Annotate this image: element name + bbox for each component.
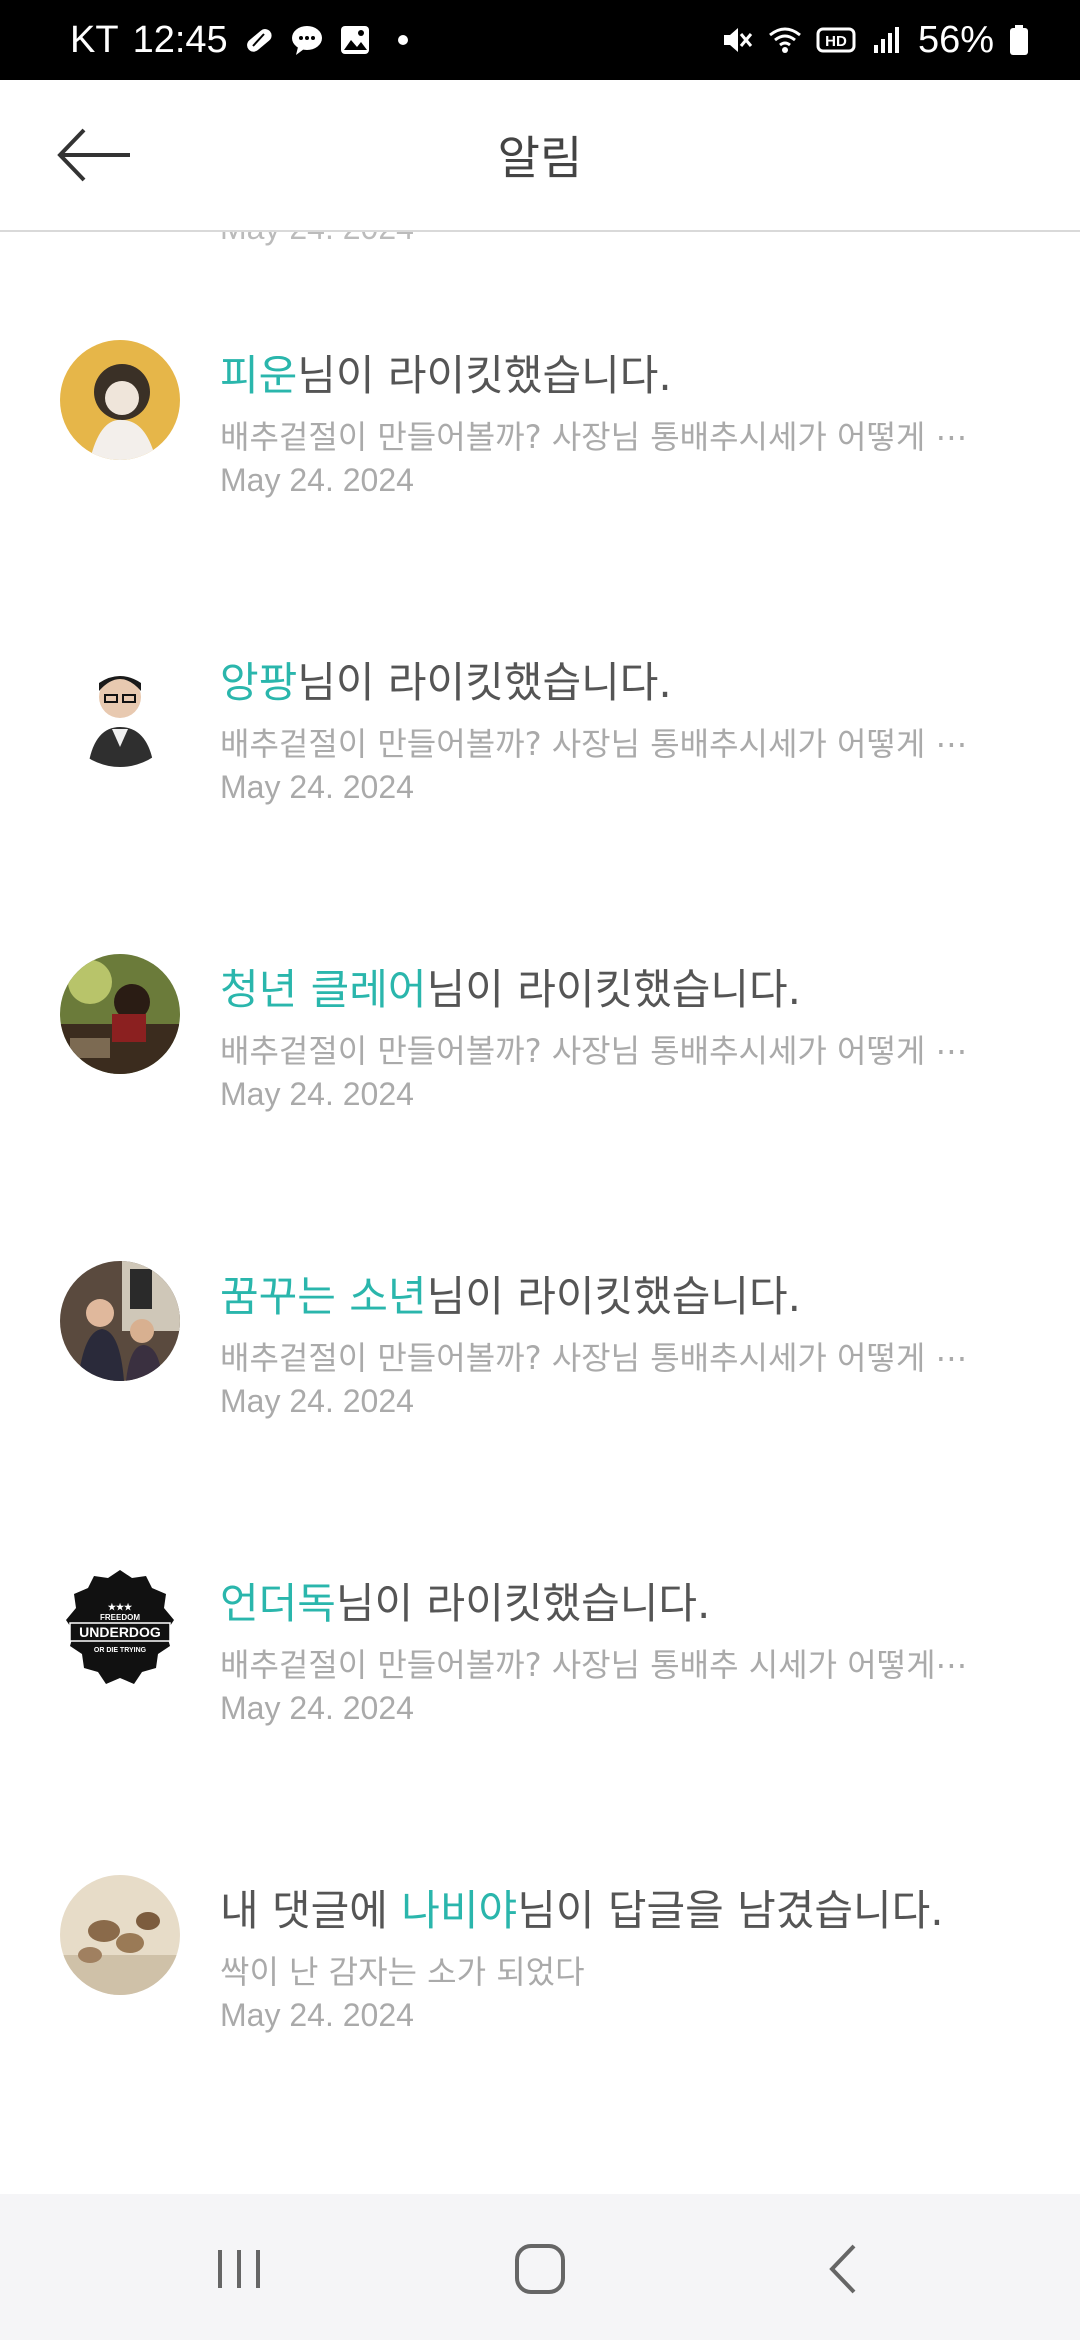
nickname-link[interactable]: 청년 클레어 [220, 965, 427, 1014]
nickname-link[interactable]: 나비야 [401, 1886, 517, 1935]
man-glasses-avatar[interactable] [60, 647, 180, 767]
recent-apps-icon[interactable] [204, 2234, 274, 2304]
carrier-label: KT [70, 18, 119, 61]
notification-action: 님이 라이킷했습니다. [426, 1272, 802, 1321]
cut-off-date: May 24. 2024 [220, 232, 414, 247]
logo-text-bottom: OR DIE TRYING [94, 1647, 147, 1654]
logo-text-main: UNDERDOG [79, 1624, 161, 1640]
notification-date: May 24. 2024 [220, 1076, 414, 1112]
logo-text-top: FREEDOM [100, 1613, 140, 1622]
notification-date: May 24. 2024 [220, 1690, 414, 1726]
app-header: 알림 [0, 80, 1080, 232]
notification-action: 님이 라이킷했습니다. [426, 965, 802, 1014]
comment-preview: 싹이 난 감자는 소가 되었다 [220, 1953, 585, 1991]
notification-date: May 24. 2024 [220, 462, 414, 498]
battery-percent: 56% [917, 18, 994, 61]
notification-prefix: 내 댓글에 [220, 1886, 402, 1935]
portrait-yellow-avatar[interactable] [60, 340, 180, 460]
notification-item[interactable]: 내 댓글에 나비야님이 답글을 남겼습니다. 싹이 난 감자는 소가 되었다 M… [0, 1875, 1080, 2175]
post-preview: 배추겉절이 만들어볼까? 사장님 통배추시세가 어떻게 ⋯ [220, 418, 968, 456]
notification-item[interactable]: 꿈꾸는 소년님이 라이킷했습니다. 배추겉절이 만들어볼까? 사장님 통배추시세… [0, 1261, 1080, 1561]
notification-title: 언더독님이 라이킷했습니다. [220, 1570, 710, 1631]
dot-icon [397, 35, 408, 45]
notification-title: 앙팡님이 라이킷했습니다. [220, 649, 672, 710]
notification-title: 청년 클레어님이 라이킷했습니다. [220, 956, 801, 1017]
notification-date: May 24. 2024 [220, 1383, 414, 1419]
notification-item[interactable]: 청년 클레어님이 라이킷했습니다. 배추겉절이 만들어볼까? 사장님 통배추시세… [0, 954, 1080, 1254]
home-icon[interactable] [505, 2234, 575, 2304]
notification-title: 꿈꾸는 소년님이 라이킷했습니다. [220, 1263, 801, 1324]
nickname-link[interactable]: 피운 [220, 351, 297, 400]
notification-item[interactable]: ★★★ FREEDOM UNDERDOG OR DIE TRYING 언더독님이… [0, 1568, 1080, 1868]
notification-action: 님이 답글을 남겼습니다. [517, 1886, 944, 1935]
notification-title: 내 댓글에 나비야님이 답글을 남겼습니다. [220, 1877, 944, 1938]
nickname-link[interactable]: 앙팡 [220, 658, 297, 707]
notification-action: 님이 라이킷했습니다. [335, 1579, 711, 1628]
wifi-icon [769, 27, 801, 53]
nickname-link[interactable]: 언더독 [220, 1579, 336, 1628]
notification-date: May 24. 2024 [220, 769, 414, 805]
couple-photo-avatar[interactable] [60, 1261, 180, 1381]
notification-date: May 24. 2024 [220, 1997, 414, 2033]
system-nav-bar [0, 2194, 1080, 2340]
chat-bubble-icon [291, 26, 322, 55]
post-preview: 배추겉절이 만들어볼까? 사장님 통배추시세가 어떻게 ⋯ [220, 725, 968, 763]
reading-woman-avatar[interactable] [60, 954, 180, 1074]
image-icon [340, 26, 369, 54]
hd-icon: HD [816, 27, 856, 53]
svg-text:HD: HD [825, 33, 847, 50]
notification-list[interactable]: May 24. 2024 피운님이 라이킷했습니다. 배추겉절이 만들어볼까? … [0, 232, 1080, 2192]
pill-icon [246, 29, 272, 52]
svg-text:★★★: ★★★ [108, 1602, 133, 1612]
potatoes-avatar[interactable] [60, 1875, 180, 1995]
notification-action: 님이 라이킷했습니다. [297, 351, 672, 400]
page-title: 알림 [497, 131, 583, 185]
signal-icon [873, 27, 899, 53]
battery-icon [1010, 25, 1028, 55]
mute-icon [723, 28, 753, 52]
underdog-logo-avatar[interactable]: ★★★ FREEDOM UNDERDOG OR DIE TRYING [60, 1568, 180, 1688]
notification-item[interactable]: 앙팡님이 라이킷했습니다. 배추겉절이 만들어볼까? 사장님 통배추시세가 어떻… [0, 647, 1080, 947]
back-icon[interactable] [808, 2234, 878, 2304]
notification-item[interactable]: 피운님이 라이킷했습니다. 배추겉절이 만들어볼까? 사장님 통배추시세가 어떻… [0, 340, 1080, 640]
post-preview: 배추겉절이 만들어볼까? 사장님 통배추시세가 어떻게 ⋯ [220, 1339, 968, 1377]
status-bar: KT 12:45 HD 56% [0, 0, 1080, 80]
post-preview: 배추겉절이 만들어볼까? 사장님 통배추시세가 어떻게 ⋯ [220, 1032, 968, 1070]
post-preview: 배추겉절이 만들어볼까? 사장님 통배추 시세가 어떻게⋯ [220, 1646, 968, 1684]
notification-title: 피운님이 라이킷했습니다. [220, 342, 672, 403]
nickname-link[interactable]: 꿈꾸는 소년 [220, 1272, 427, 1321]
notification-action: 님이 라이킷했습니다. [297, 658, 672, 707]
clock: 12:45 [132, 18, 228, 61]
